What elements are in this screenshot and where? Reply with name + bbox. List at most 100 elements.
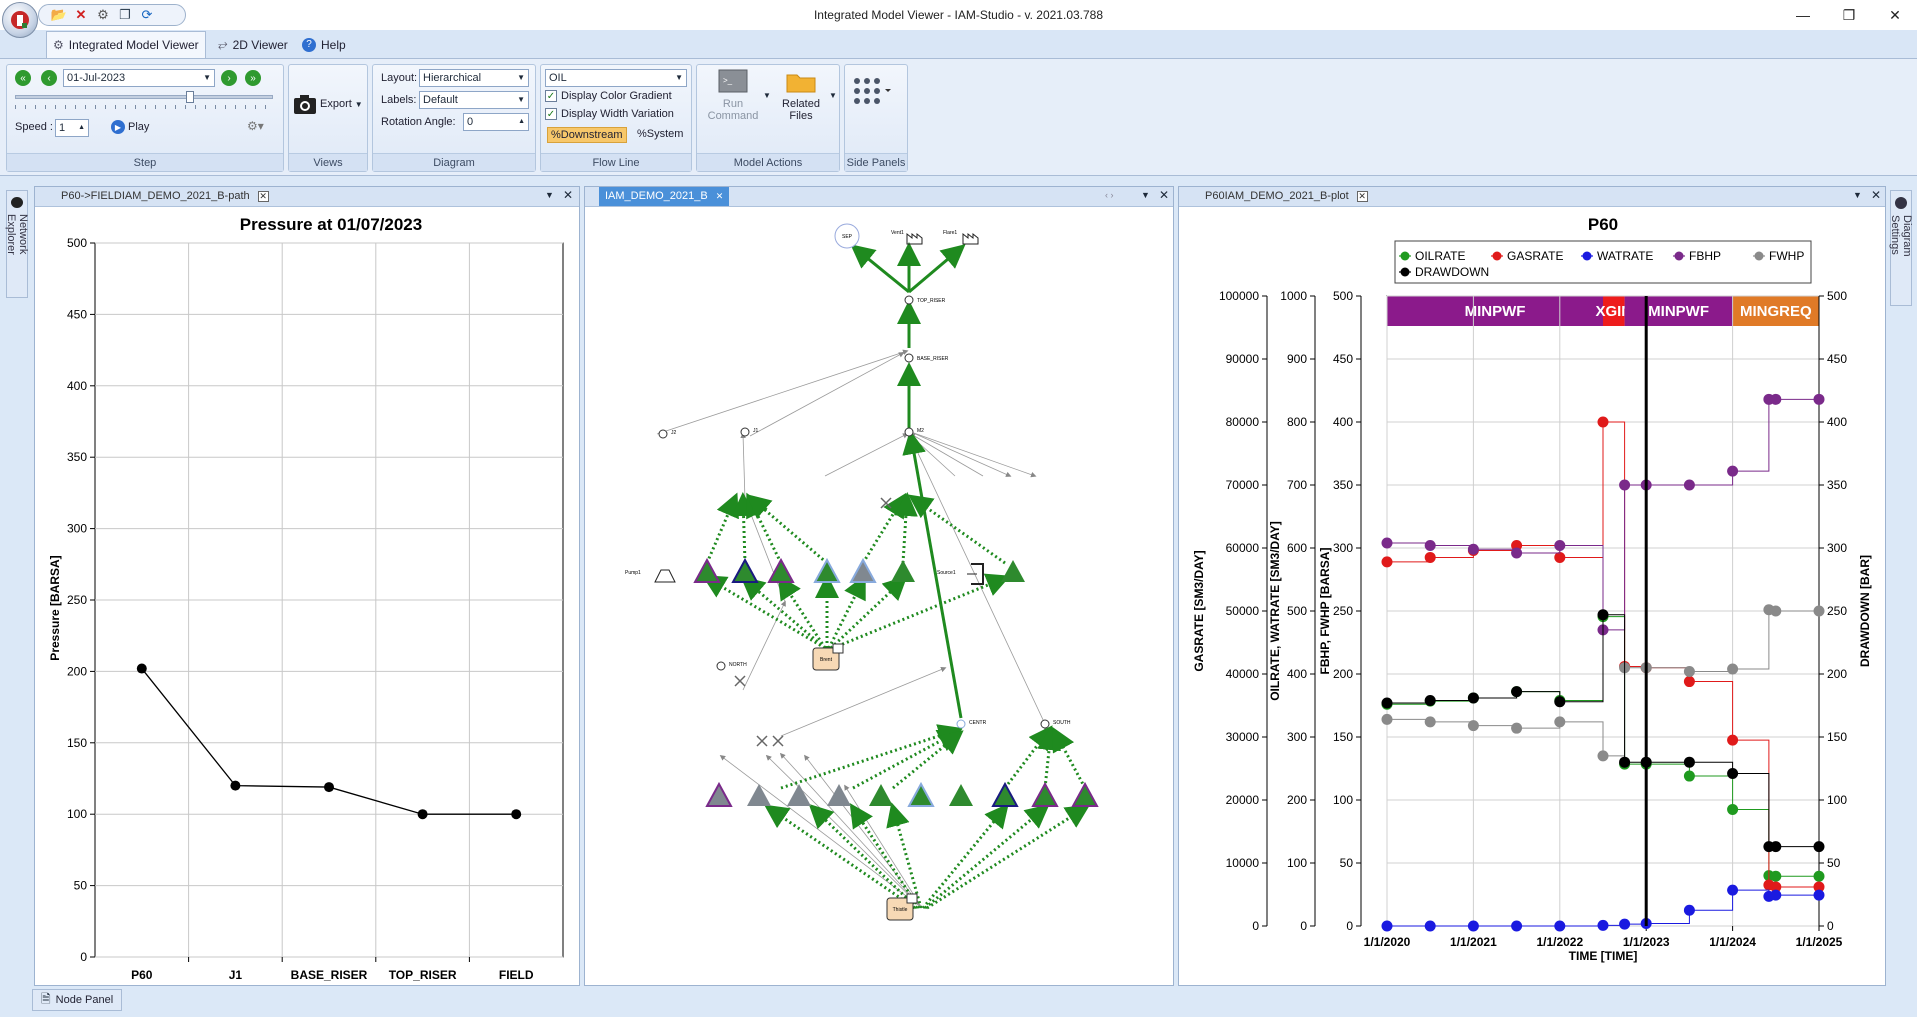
y-tick-label: 500 [1287, 604, 1307, 618]
run-command-button[interactable]: >_ Run Command [707, 69, 759, 122]
downstream-toggle[interactable]: %Downstream [547, 127, 627, 143]
y-tick-label: 20000 [1226, 793, 1260, 807]
source-node[interactable]: Source1 [937, 563, 984, 585]
last-step-icon[interactable]: » [245, 70, 261, 86]
y-tick-label: 200 [67, 664, 87, 678]
y-tick-label: 500 [1827, 289, 1847, 303]
files-label: Files [789, 110, 813, 122]
first-step-icon[interactable]: « [15, 70, 31, 86]
sep-node[interactable]: SEP [834, 223, 860, 249]
system-toggle[interactable]: %System [637, 128, 683, 140]
y-tick-label: 400 [1333, 415, 1353, 429]
y-tick-label: 500 [1333, 289, 1353, 303]
m2-node[interactable]: M2 [904, 427, 924, 437]
top-riser-node[interactable]: TOP_RISER [904, 295, 946, 305]
x-tick-label: P60 [131, 968, 153, 982]
vent-node[interactable]: Vent1 [891, 230, 923, 245]
data-point [1770, 393, 1782, 405]
x-tick-label: BASE_RISER [291, 968, 368, 982]
tab-help[interactable]: ? Help [296, 31, 352, 58]
centr-node[interactable]: CENTR [956, 719, 987, 729]
chevron-down-icon[interactable]: ▼ [1141, 190, 1150, 200]
chevron-down-icon[interactable]: ▼ [545, 190, 554, 200]
close-icon[interactable]: ✕ [563, 188, 573, 202]
slider-ticks [15, 105, 273, 109]
layout-select[interactable]: Hierarchical ▼ [419, 69, 529, 87]
labels-select[interactable]: Default ▼ [419, 91, 529, 109]
y-axis-label: DRAWDOWN [BAR] [1858, 555, 1872, 667]
flare-node[interactable]: Flare1 [943, 230, 979, 245]
data-point [1424, 920, 1436, 932]
related-files-button[interactable]: Related Files [773, 69, 829, 122]
closed-valve-icons [734, 497, 892, 747]
j2-node[interactable]: J2 [658, 429, 677, 439]
chart-title: P60 [1588, 215, 1618, 234]
side-panels-button[interactable] [851, 75, 895, 118]
close-icon[interactable]: ✕ [1871, 188, 1881, 202]
gear-icon[interactable]: ⚙ [95, 7, 111, 23]
x-tick-label: 1/1/2025 [1796, 935, 1843, 949]
side-panels-group: Side Panels [844, 64, 908, 172]
brent-manifold[interactable]: Brent [812, 643, 844, 671]
close-tab-icon[interactable]: ✕ [1356, 191, 1368, 202]
phase-select[interactable]: OIL ▼ [545, 69, 687, 87]
data-point [1424, 539, 1436, 551]
restore-button[interactable]: ❐ [1826, 0, 1872, 30]
color-gradient-checkbox[interactable]: ✓ Display Color Gradient [545, 90, 672, 102]
south-node[interactable]: SOUTH [1040, 719, 1071, 729]
svg-text:M2: M2 [917, 428, 924, 434]
lower-wells[interactable] [705, 781, 1099, 807]
chevron-down-icon[interactable]: ▼ [1853, 190, 1862, 200]
legend-label: GASRATE [1507, 249, 1563, 263]
node-panel-tab[interactable]: 🗎 Node Panel [32, 989, 123, 1011]
y-tick-label: 50 [74, 879, 88, 893]
step-slider-track[interactable] [15, 95, 273, 99]
window-icon[interactable]: ❐ [117, 7, 133, 23]
base-riser-node[interactable]: BASE_RISER [904, 353, 949, 363]
diagram-settings-tab[interactable]: Diagram Settings [1889, 190, 1913, 306]
step-slider-thumb[interactable] [186, 91, 195, 103]
close-window-button[interactable]: ✕ [1872, 0, 1917, 30]
network-explorer-tab[interactable]: Network Explorer [5, 190, 29, 298]
j1-node[interactable]: J1 [740, 427, 759, 437]
tab-label: Integrated Model Viewer [68, 38, 199, 52]
close-tab-icon[interactable]: ✕ [257, 191, 269, 202]
pump-node[interactable]: Pump1 [625, 569, 676, 583]
data-point [1619, 479, 1631, 491]
scroll-arrows-icon[interactable]: ‹ › [1105, 190, 1114, 200]
legend-marker [1674, 251, 1684, 261]
refresh-icon[interactable]: ⟳ [139, 7, 155, 23]
data-point [1381, 920, 1393, 932]
data-point [1511, 722, 1523, 734]
tab-pressure-path[interactable]: P60->FIELDIAM_DEMO_2021_B-path ✕ [55, 187, 275, 206]
export-button[interactable]: Export ▼ [293, 93, 363, 115]
settings-dropdown-icon[interactable]: ⚙▾ [247, 119, 264, 133]
close-icon[interactable]: ✕ [73, 7, 89, 23]
x-axis-label: TIME [TIME] [1569, 949, 1638, 963]
rotation-input[interactable]: 0 ▲ [463, 113, 529, 131]
close-icon[interactable]: ✕ [1159, 188, 1169, 202]
minimize-button[interactable]: — [1780, 0, 1826, 30]
tab-p60-plot[interactable]: P60IAM_DEMO_2021_B-plot ✕ [1199, 187, 1374, 206]
data-point [417, 809, 428, 820]
y-tick-label: 150 [67, 736, 87, 750]
tab-integrated-model-viewer[interactable]: ⚙ Integrated Model Viewer [46, 31, 206, 58]
data-point [1683, 676, 1695, 688]
panel-header: P60IAM_DEMO_2021_B-plot ✕ ▼ ✕ [1179, 187, 1885, 207]
thistle-manifold[interactable]: Thistle [886, 893, 918, 921]
next-step-icon[interactable]: › [221, 70, 237, 86]
previous-step-icon[interactable]: ‹ [41, 70, 57, 86]
rotation-value: 0 [467, 116, 474, 128]
speed-input[interactable]: 1 ▲ [55, 119, 89, 137]
tab-network-diagram[interactable]: IAM_DEMO_2021_B ✕ [599, 187, 730, 206]
width-variation-checkbox[interactable]: ✓ Display Width Variation [545, 108, 674, 120]
data-point [1813, 870, 1825, 882]
north-node[interactable]: NORTH [716, 661, 747, 671]
tab-2d-viewer[interactable]: ⥂ 2D Viewer [212, 31, 294, 58]
close-tab-icon[interactable]: ✕ [716, 187, 724, 206]
application-menu-button[interactable] [2, 2, 38, 38]
play-button[interactable]: ▶ Play [111, 120, 149, 134]
open-folder-icon[interactable]: 📂 [51, 7, 67, 23]
y-tick-label: 150 [1827, 730, 1847, 744]
date-select[interactable]: 01-Jul-2023 ▼ [63, 69, 215, 87]
